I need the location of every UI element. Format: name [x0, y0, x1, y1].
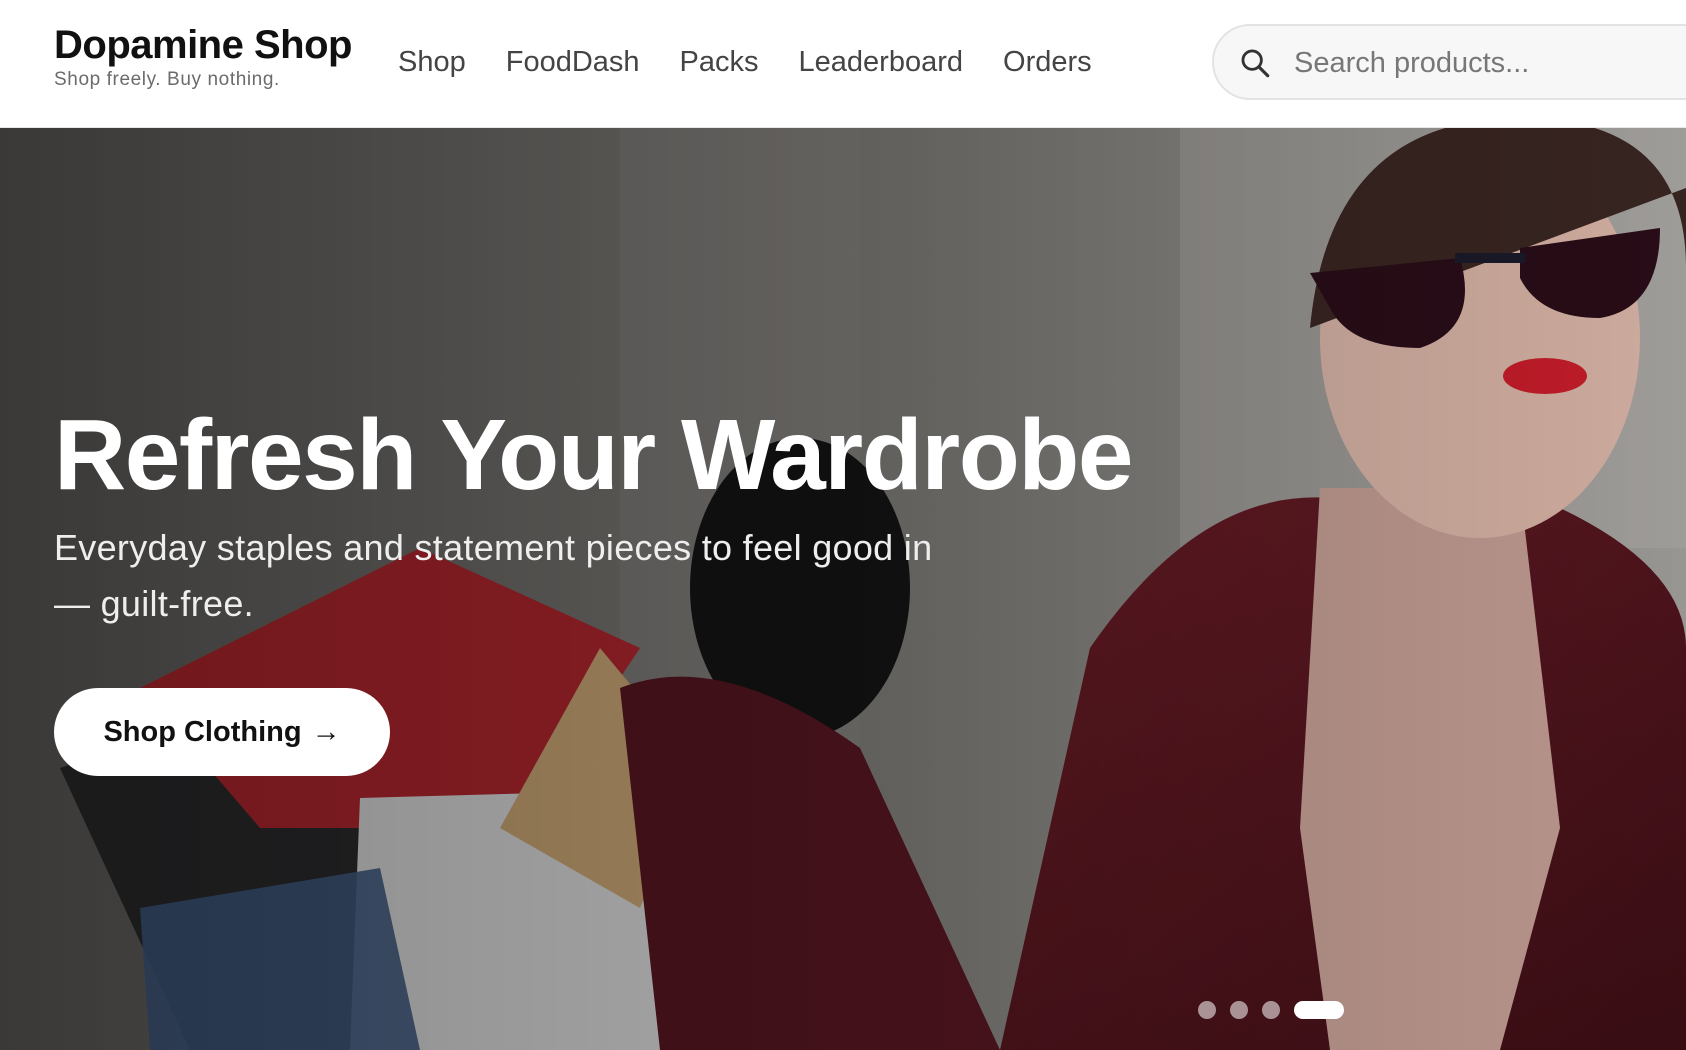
hero-subtitle: Everyday staples and statement pieces to… — [54, 527, 933, 624]
nav-item-leaderboard[interactable]: Leaderboard — [799, 42, 963, 82]
nav-item-fooddash[interactable]: FoodDash — [506, 42, 640, 82]
search-input[interactable] — [1294, 38, 1686, 88]
carousel-dot-3[interactable] — [1262, 1001, 1280, 1019]
arrow-right-icon: → — [311, 715, 341, 748]
nav-item-packs[interactable]: Packs — [680, 42, 759, 82]
hero-title: Refresh Your Wardrobe — [54, 399, 1133, 511]
brand-tagline: Shop freely. Buy nothing. — [54, 69, 280, 90]
carousel-dot-4[interactable] — [1294, 1001, 1344, 1019]
site-header: Dopamine Shop Shop freely. Buy nothing. … — [0, 0, 1686, 128]
shop-clothing-label: Shop Clothing — [103, 715, 302, 748]
brand-name: Dopamine Shop — [54, 23, 352, 67]
search-bar[interactable] — [1212, 24, 1686, 100]
nav-item-shop[interactable]: Shop — [398, 42, 466, 82]
brand-logo[interactable]: Dopamine Shop Shop freely. Buy nothing. — [54, 22, 352, 91]
nav-item-orders[interactable]: Orders — [1003, 42, 1092, 82]
carousel-dot-1[interactable] — [1198, 1001, 1216, 1019]
hero-banner: Refresh Your Wardrobe Everyday staples a… — [0, 128, 1686, 1050]
shop-clothing-button[interactable]: Shop Clothing → — [54, 688, 390, 776]
carousel-indicators — [1198, 1001, 1344, 1019]
search-icon[interactable] — [1238, 46, 1272, 80]
carousel-dot-2[interactable] — [1230, 1001, 1248, 1019]
main-nav: Shop FoodDash Packs Leaderboard Orders — [398, 42, 1092, 82]
